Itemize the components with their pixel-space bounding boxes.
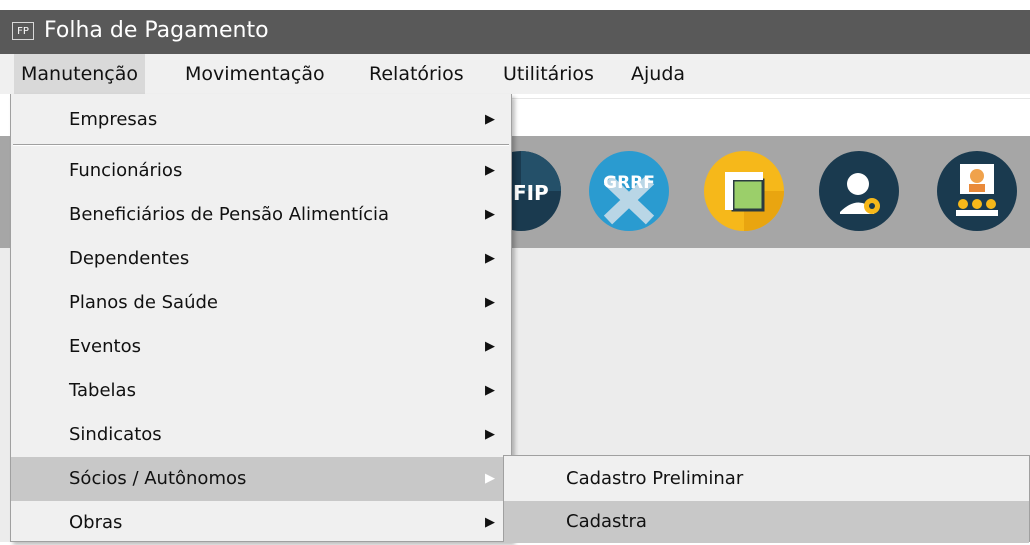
menu-separator: [13, 144, 509, 146]
menu-manutencao[interactable]: Manutenção: [14, 54, 146, 94]
menu-movimentacao[interactable]: Movimentação: [178, 54, 332, 94]
menu-item-label: Funcionários: [69, 160, 183, 181]
menu-item-funcionarios[interactable]: Funcionários ▶: [11, 149, 511, 193]
submenu-arrow-icon: ▶: [485, 251, 495, 266]
menu-item-label: Planos de Saúde: [69, 292, 218, 313]
menu-item-label: Dependentes: [69, 248, 190, 269]
submenu-arrow-icon: ▶: [485, 163, 495, 178]
socios-autonomos-submenu: Cadastro Preliminar Cadastra: [503, 455, 1030, 543]
menu-item-cadastra[interactable]: Cadastra: [504, 501, 1029, 543]
menu-utilitarios[interactable]: Utilitários: [496, 54, 601, 94]
submenu-arrow-icon: ▶: [485, 112, 495, 127]
menu-item-eventos[interactable]: Eventos ▶: [11, 325, 511, 369]
app-icon: FP: [12, 22, 34, 40]
menu-item-socios-autonomos[interactable]: Sócios / Autônomos ▶: [11, 457, 511, 501]
menu-item-label: Beneficiários de Pensão Alimentícia: [69, 204, 390, 225]
menu-item-label: Tabelas: [69, 380, 136, 401]
presentation-users-icon[interactable]: [936, 150, 1018, 232]
menu-item-sindicatos[interactable]: Sindicatos ▶: [11, 413, 511, 457]
menu-item-dependentes[interactable]: Dependentes ▶: [11, 237, 511, 281]
menu-item-label: Cadastro Preliminar: [566, 468, 744, 489]
support-settings-icon[interactable]: [818, 150, 900, 232]
menu-item-label: Sócios / Autônomos: [69, 468, 247, 489]
submenu-arrow-icon: ▶: [485, 207, 495, 222]
menu-item-tabelas[interactable]: Tabelas ▶: [11, 369, 511, 413]
submenu-arrow-icon: ▶: [485, 471, 495, 486]
menu-item-cadastro-preliminar[interactable]: Cadastro Preliminar: [504, 458, 1029, 500]
menu-item-label: Eventos: [69, 336, 141, 357]
menu-item-label: Sindicatos: [69, 424, 162, 445]
menu-item-label: Cadastra: [566, 511, 647, 532]
menu-bar: Manutenção Movimentação Relatórios Utili…: [0, 54, 1030, 94]
submenu-arrow-icon: ▶: [485, 339, 495, 354]
menu-relatorios[interactable]: Relatórios: [362, 54, 471, 94]
document-icon[interactable]: [703, 150, 785, 232]
submenu-arrow-icon: ▶: [485, 295, 495, 310]
submenu-arrow-icon: ▶: [485, 515, 495, 530]
menu-item-label: Obras: [69, 512, 123, 533]
menu-item-label: Empresas: [69, 109, 158, 130]
svg-text:GRRF: GRRF: [603, 173, 655, 193]
menu-item-planos-de-saude[interactable]: Planos de Saúde ▶: [11, 281, 511, 325]
menu-item-beneficiarios[interactable]: Beneficiários de Pensão Alimentícia ▶: [11, 193, 511, 237]
menu-item-empresas[interactable]: Empresas ▶: [11, 98, 511, 142]
grrf-icon[interactable]: GRRF: [588, 150, 670, 232]
window-title: Folha de Pagamento: [44, 18, 269, 43]
manutencao-dropdown: Empresas ▶ Funcionários ▶ Beneficiários …: [10, 94, 512, 542]
toolbar-strip: [512, 98, 1030, 137]
submenu-arrow-icon: ▶: [485, 427, 495, 442]
menu-item-obras[interactable]: Obras ▶: [11, 501, 511, 545]
submenu-arrow-icon: ▶: [485, 383, 495, 398]
menu-ajuda[interactable]: Ajuda: [624, 54, 692, 94]
title-bar: FP Folha de Pagamento: [0, 0, 1030, 54]
